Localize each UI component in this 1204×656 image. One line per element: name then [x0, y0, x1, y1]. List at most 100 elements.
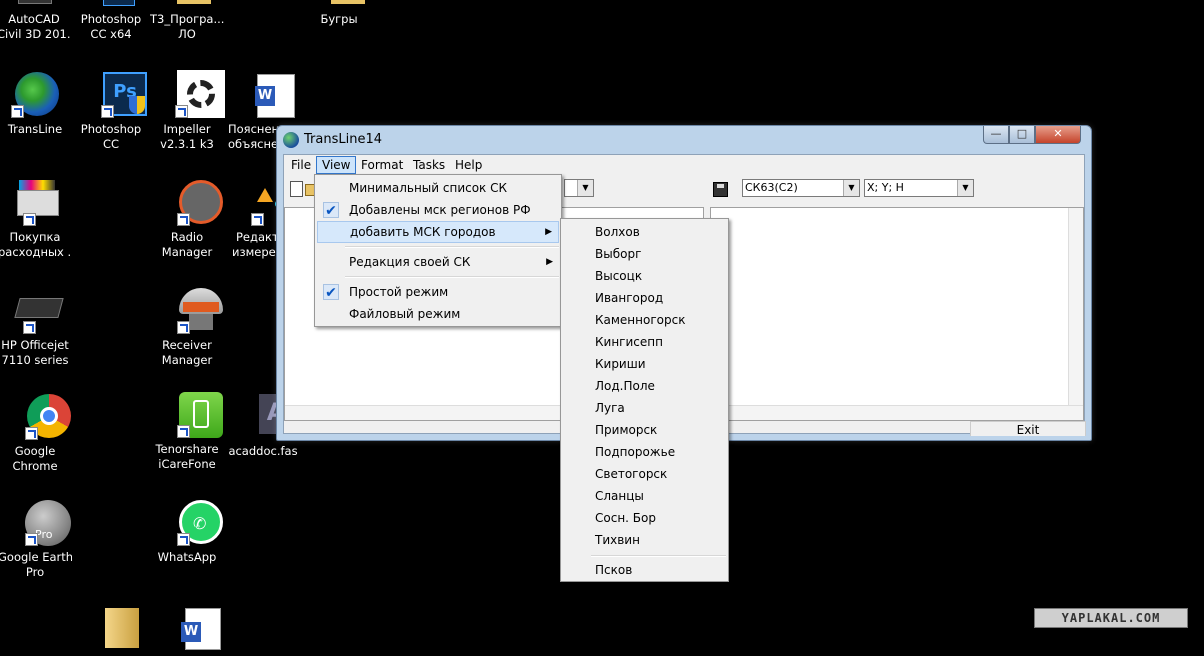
minimize-button[interactable]: — [983, 126, 1009, 144]
menu-separator [591, 555, 726, 557]
shortcut-arrow-icon [101, 105, 114, 118]
city-item[interactable]: Лод.Поле [563, 375, 726, 397]
menu-item-label: добавить МСК городов [350, 225, 496, 239]
desktop-icon-radio[interactable]: Radio Manager [150, 180, 224, 260]
city-item[interactable]: Подпорожье [563, 441, 726, 463]
horizontal-scrollbar[interactable] [711, 405, 1083, 420]
desktop-icon-autocad[interactable]: 3D AutoCAD Civil 3D 201... [0, 0, 71, 42]
menu-item-file-mode[interactable]: Файловый режим [317, 303, 559, 325]
desktop-icon-t3[interactable]: Т3_Програ... ЛО [150, 0, 224, 42]
city-item[interactable]: Высоцк [563, 265, 726, 287]
menu-item-label: Простой режим [349, 285, 449, 299]
shortcut-arrow-icon [177, 321, 190, 334]
shortcut-arrow-icon [23, 213, 36, 226]
desktop-icon-receiver[interactable]: Receiver Manager [150, 288, 224, 368]
city-item[interactable]: Кингисепп [563, 331, 726, 353]
folder-icon [87, 604, 139, 648]
chevron-down-icon: ▼ [577, 180, 593, 196]
autocad-icon: 3D [12, 0, 56, 6]
coordinate-system-select[interactable]: СК63(С2) ▼ [742, 179, 860, 197]
city-item[interactable]: Тихвин [563, 529, 726, 551]
city-item[interactable]: Выборг [563, 243, 726, 265]
coordinate-format-select[interactable]: X; Y; H ▼ [864, 179, 974, 197]
desktop-icon-label: расходных ... [0, 245, 72, 259]
menu-item-add-city-msk[interactable]: добавить МСК городов ▶ [317, 221, 559, 243]
exit-button[interactable]: Exit [970, 421, 1086, 436]
desktop-icon-google-earth[interactable]: Pro Google Earth Pro [0, 500, 72, 580]
menu-item-label: Минимальный список СК [349, 181, 508, 195]
desktop-icon-label: CC [102, 137, 120, 151]
fan-icon [165, 70, 225, 118]
menu-item-label: Файловый режим [349, 307, 461, 321]
maximize-button[interactable]: □ [1009, 126, 1035, 144]
left-combo[interactable]: ▼ [564, 179, 594, 197]
save-disk-icon[interactable] [712, 180, 728, 198]
city-item[interactable]: Сланцы [563, 485, 726, 507]
menu-tasks[interactable]: Tasks [408, 157, 450, 173]
desktop-icon-photoshop-x64[interactable]: Photoshop CC x64 [74, 0, 148, 42]
desktop-icon-pokupka[interactable]: Покупка расходных ... [0, 180, 72, 260]
word-document-icon: W [165, 606, 221, 650]
google-earth-icon: Pro [13, 500, 71, 546]
city-item[interactable]: Светогорск [563, 463, 726, 485]
desktop-icon-impeller[interactable]: Impeller v2.3.1 k3 [150, 70, 225, 152]
menu-help[interactable]: Help [450, 157, 487, 173]
desktop-icon-folder-bottom[interactable] [72, 604, 146, 654]
printer-icon [13, 180, 59, 226]
city-item[interactable]: Волхов [563, 221, 726, 243]
desktop-icon-label: Radio [170, 230, 204, 244]
shortcut-arrow-icon [251, 213, 264, 226]
output-pane[interactable] [710, 207, 1084, 421]
vertical-scrollbar[interactable] [1068, 208, 1083, 406]
city-item[interactable]: Луга [563, 397, 726, 419]
desktop-icon-label: Impeller [163, 122, 211, 136]
desktop-icon-label: Photoshop [80, 122, 142, 136]
city-item-pskov[interactable]: Псков [563, 559, 726, 581]
city-item[interactable]: Ивангород [563, 287, 726, 309]
desktop-icon-label: Manager [161, 245, 213, 259]
menu-item-min-cs-list[interactable]: Минимальный список СК [317, 177, 559, 199]
desktop-icon-hp[interactable]: HP Officejet 7110 series [0, 288, 72, 368]
menu-item-label: Добавлены мск регионов РФ [349, 203, 531, 217]
desktop-icon-word-bottom[interactable]: W [150, 606, 224, 656]
menu-view[interactable]: View [316, 156, 357, 174]
menu-separator [345, 276, 559, 278]
desktop-icon-label: WhatsApp [157, 550, 217, 564]
folder-icon [317, 0, 365, 6]
menu-format[interactable]: Format [356, 157, 408, 173]
menu-item-regional-msk[interactable]: ✔ Добавлены мск регионов РФ [317, 199, 559, 221]
menu-file[interactable]: File [286, 157, 316, 173]
desktop-icon-whatsapp[interactable]: ✆ WhatsApp [150, 500, 224, 565]
city-item[interactable]: Приморск [563, 419, 726, 441]
desktop-icon-chrome[interactable]: Google Chrome [0, 394, 72, 474]
close-button[interactable]: ✕ [1035, 126, 1081, 144]
app-globe-icon [283, 132, 299, 148]
menu-item-simple-mode[interactable]: ✔ Простой режим [317, 281, 559, 303]
desktop-icon-label: Photoshop [80, 12, 142, 26]
city-item[interactable]: Сосн. Бор [563, 507, 726, 529]
desktop-icon-bugry[interactable]: Бугры [302, 0, 376, 27]
view-dropdown-menu: Минимальный список СК ✔ Добавлены мск ре… [314, 174, 562, 327]
title-bar[interactable]: TransLine14 — □ ✕ [277, 126, 1091, 154]
desktop-icon-label: iCareFone [158, 457, 216, 471]
desktop-icon-label: CC x64 [90, 27, 132, 41]
city-submenu: Волхов Выборг Высоцк Ивангород Каменного… [560, 218, 729, 582]
desktop-icon-tenorshare[interactable]: Tenorshare iCareFone [150, 392, 224, 472]
desktop-icon-label: Civil 3D 201... [0, 27, 71, 41]
desktop-icon-transline[interactable]: TransLine [0, 72, 72, 137]
shortcut-arrow-icon [175, 105, 188, 118]
city-item[interactable]: Кириши [563, 353, 726, 375]
watermark: YAPLAKAL.COM [1034, 608, 1188, 628]
city-item[interactable]: Каменногорск [563, 309, 726, 331]
desktop-icon-label: 7110 series [1, 353, 69, 367]
globe-icon [11, 72, 59, 118]
gnss-receiver-icon [165, 288, 223, 334]
desktop-icon-photoshop-cc[interactable]: Ps Photoshop CC [74, 72, 148, 152]
desktop-icon-label: Manager [161, 353, 213, 367]
menu-item-edit-own-cs[interactable]: Редакция своей СК ▶ [317, 251, 559, 273]
photoshop-icon [89, 0, 135, 6]
desktop-icon-label: Tenorshare [155, 442, 219, 456]
menu-item-label: Редакция своей СК [349, 255, 471, 269]
new-file-icon[interactable] [288, 180, 304, 198]
desktop-icon-label: HP Officejet [1, 338, 69, 352]
